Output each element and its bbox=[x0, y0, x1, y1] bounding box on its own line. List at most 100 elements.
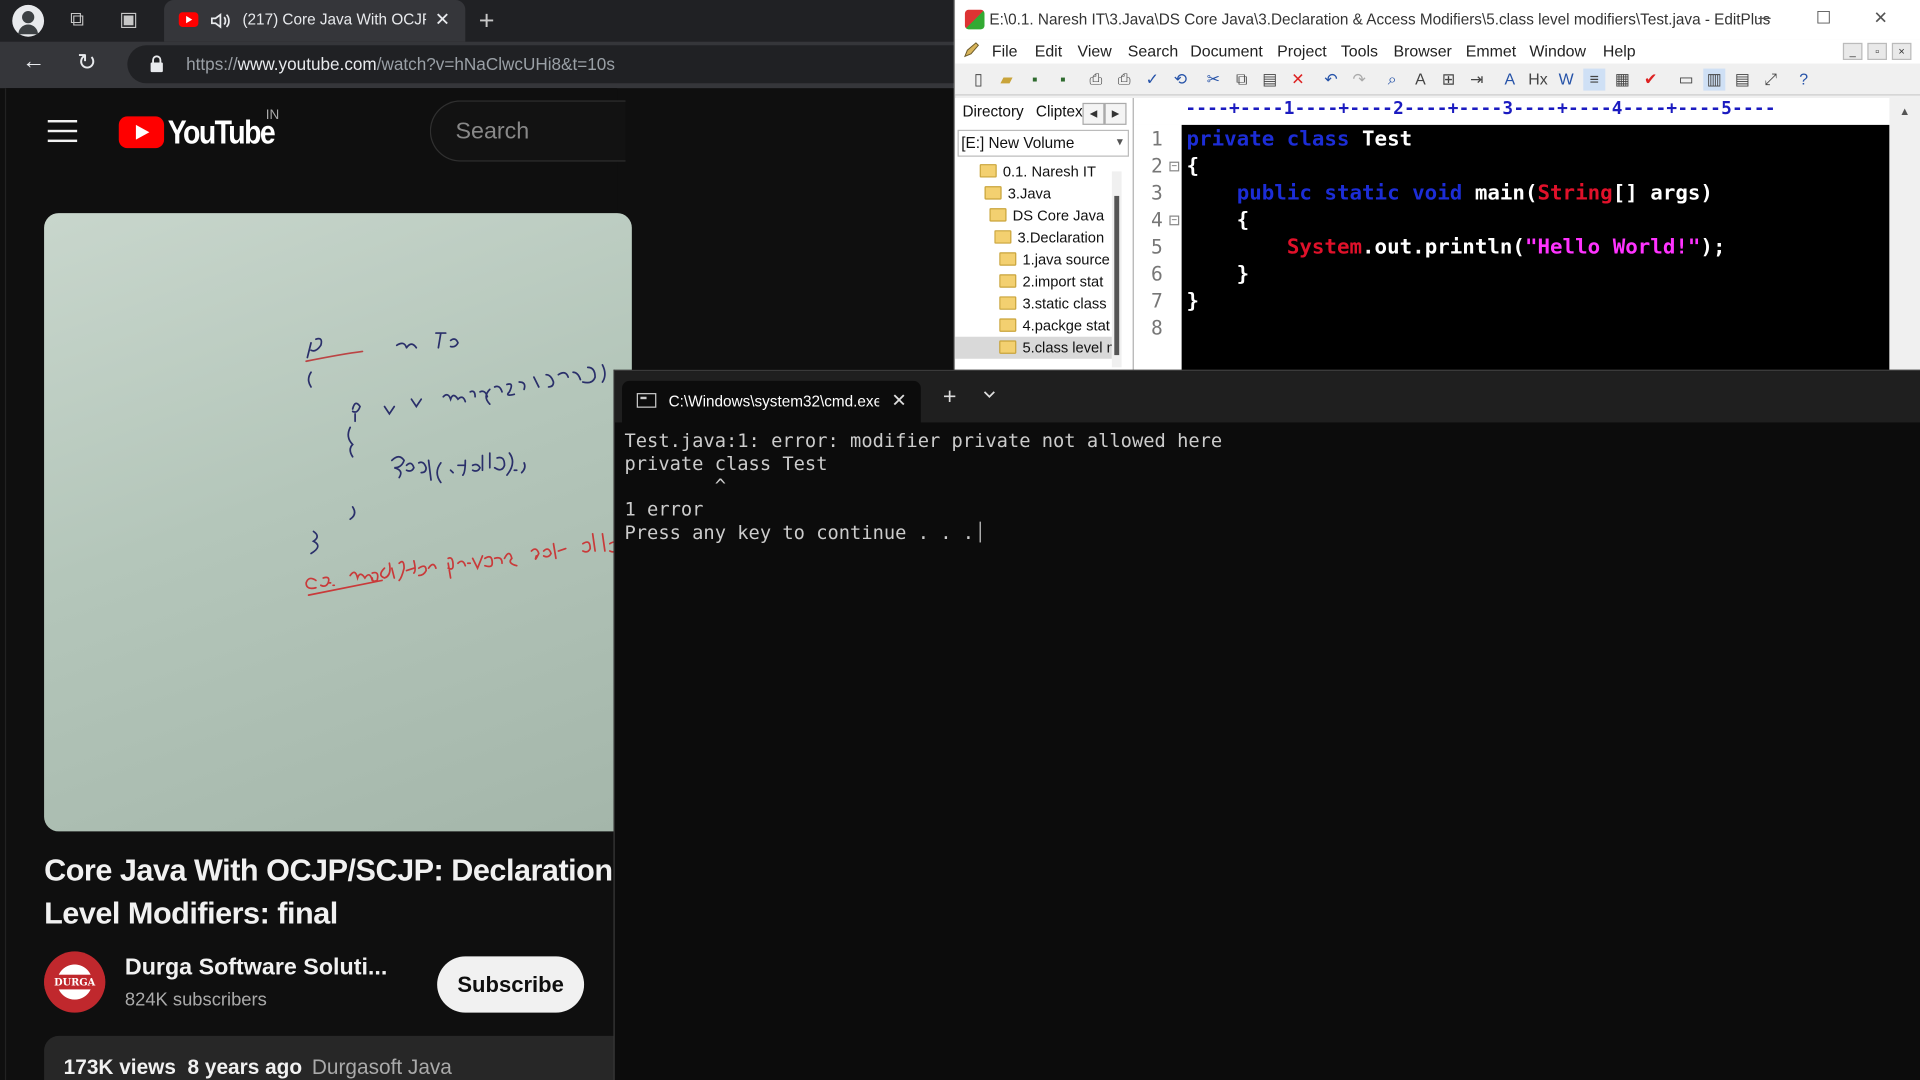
close-terminal-tab-icon[interactable]: ✕ bbox=[891, 389, 906, 412]
menu-emmet[interactable]: Emmet bbox=[1466, 42, 1516, 60]
search-input[interactable]: Search bbox=[429, 100, 626, 162]
fold-icon[interactable]: − bbox=[1169, 215, 1180, 226]
side-tab-scroller[interactable]: ◀ ▶ bbox=[1082, 100, 1131, 125]
new-terminal-tab-button[interactable]: + bbox=[943, 384, 957, 411]
menu-help[interactable]: Help bbox=[1603, 42, 1636, 60]
tree-item[interactable]: 1.java source bbox=[999, 249, 1112, 271]
speaker-icon[interactable] bbox=[208, 9, 232, 33]
menu-tools[interactable]: Tools bbox=[1341, 42, 1378, 60]
tab-cliptext[interactable]: Cliptext bbox=[1036, 103, 1085, 120]
redo-icon[interactable]: ↷ bbox=[1348, 69, 1370, 91]
font-icon[interactable]: A bbox=[1499, 69, 1521, 91]
tree-item[interactable]: 3.Java bbox=[984, 182, 1111, 204]
reload-icon[interactable]: ↻ bbox=[77, 49, 96, 77]
mdi-restore-icon[interactable]: ▫ bbox=[1867, 42, 1887, 61]
terminal-line: Test.java:1: error: modifier private not… bbox=[624, 429, 1223, 452]
close-window-icon[interactable]: ✕ bbox=[1873, 7, 1887, 28]
replace-icon[interactable]: A bbox=[1409, 69, 1431, 91]
channel-avatar[interactable]: DURGA bbox=[44, 951, 106, 1013]
goto-line-icon[interactable]: ⇥ bbox=[1466, 69, 1488, 91]
terminal-tab[interactable]: C:\Windows\system32\cmd.exe ✕ bbox=[622, 380, 921, 423]
video-title: Core Java With OCJP/SCJP: Declarations L… bbox=[44, 850, 620, 936]
menu-window[interactable]: Window bbox=[1529, 42, 1586, 60]
open-folder-icon[interactable]: ▰ bbox=[996, 69, 1018, 91]
maximize-icon[interactable]: ☐ bbox=[1816, 7, 1831, 28]
find-in-files-icon[interactable]: ⊞ bbox=[1438, 69, 1460, 91]
tree-item[interactable]: 2.import stat bbox=[999, 271, 1112, 293]
tree-item[interactable]: 0.1. Naresh IT bbox=[979, 160, 1112, 182]
browser-tab-youtube[interactable]: (217) Core Java With OCJP/SCJP ✕ bbox=[164, 0, 466, 42]
print-icon[interactable]: ⎙ bbox=[1113, 69, 1135, 91]
browser-preview-icon[interactable]: ⟲ bbox=[1169, 69, 1191, 91]
scroll-up-icon[interactable]: ▲ bbox=[1899, 105, 1910, 117]
terminal-line: ^ bbox=[624, 475, 726, 498]
line-number-icon[interactable]: ≡ bbox=[1583, 68, 1606, 91]
word-wrap-icon[interactable]: W bbox=[1555, 69, 1577, 91]
menu-file[interactable]: File bbox=[992, 42, 1018, 60]
code-editor[interactable]: private class Test { public static void … bbox=[1181, 124, 1890, 370]
tab-directory[interactable]: Directory bbox=[962, 103, 1023, 120]
tree-item[interactable]: 3.Declaration bbox=[994, 227, 1112, 249]
find-icon[interactable]: ⌕ bbox=[1381, 69, 1403, 91]
save-icon[interactable]: ▪ bbox=[1024, 69, 1046, 91]
line-number: 7 bbox=[1151, 288, 1163, 313]
new-file-icon[interactable]: ▯ bbox=[967, 69, 989, 91]
paste-icon[interactable]: ▤ bbox=[1259, 69, 1281, 91]
youtube-logo-text: YouTube bbox=[167, 113, 276, 151]
copy-icon[interactable]: ⧉ bbox=[1231, 69, 1253, 91]
line-number: 3 bbox=[1151, 181, 1163, 205]
mdi-close-icon[interactable]: × bbox=[1891, 42, 1912, 61]
video-tag[interactable]: Durgasoft Java bbox=[312, 1056, 452, 1079]
tree-item[interactable]: DS Core Java bbox=[989, 204, 1111, 226]
output-window-icon[interactable]: ▭ bbox=[1675, 69, 1697, 91]
spell-check-icon[interactable]: ✓ bbox=[1141, 69, 1163, 91]
video-player[interactable] bbox=[44, 213, 632, 832]
tree-item[interactable]: 3.static class bbox=[999, 293, 1112, 315]
close-tab-icon[interactable]: ✕ bbox=[435, 9, 450, 31]
cut-icon[interactable]: ✂ bbox=[1202, 69, 1224, 91]
directory-window-icon[interactable]: ▥ bbox=[1703, 68, 1726, 91]
youtube-logo[interactable]: YouTube bbox=[118, 113, 290, 152]
print-preview-icon[interactable]: ⎙ bbox=[1085, 69, 1107, 91]
tree-item-selected[interactable]: 5.class level m bbox=[955, 336, 1112, 359]
new-tab-button[interactable]: + bbox=[479, 5, 495, 37]
cliptext-window-icon[interactable]: ▤ bbox=[1731, 69, 1753, 91]
menu-view[interactable]: View bbox=[1078, 42, 1112, 60]
description-box[interactable]: 173K views 8 years ago Durgasoft Java bbox=[44, 1035, 632, 1080]
subscribe-button[interactable]: Subscribe bbox=[437, 956, 585, 1013]
hex-icon[interactable]: Hx bbox=[1527, 69, 1549, 91]
workspaces-icon[interactable]: ⧉ bbox=[64, 7, 91, 34]
save-all-icon[interactable]: ▪ bbox=[1052, 69, 1074, 91]
minimize-icon[interactable]: ─ bbox=[1758, 7, 1770, 27]
menu-edit[interactable]: Edit bbox=[1035, 42, 1062, 60]
back-icon[interactable]: ← bbox=[22, 49, 45, 76]
chevron-down-icon[interactable] bbox=[982, 387, 997, 402]
terminal-output[interactable]: Test.java:1: error: modifier private not… bbox=[624, 430, 1910, 544]
tab-actions-icon[interactable]: ▣ bbox=[115, 7, 142, 34]
scroll-left-icon[interactable]: ◀ bbox=[1082, 102, 1105, 125]
editor-scrollbar[interactable]: ▲ bbox=[1889, 97, 1920, 370]
menu-project[interactable]: Project bbox=[1277, 42, 1327, 60]
menu-document[interactable]: Document bbox=[1190, 42, 1263, 60]
menu-browser[interactable]: Browser bbox=[1393, 42, 1451, 60]
editplus-title-bar[interactable]: E:\0.1. Naresh IT\3.Java\DS Core Java\3.… bbox=[955, 0, 1920, 40]
channel-name[interactable]: Durga Software Soluti... bbox=[125, 955, 387, 982]
ruler-icon[interactable]: ▦ bbox=[1611, 69, 1633, 91]
menu-search[interactable]: Search bbox=[1128, 42, 1178, 60]
menu-icon[interactable] bbox=[47, 120, 78, 143]
delete-icon[interactable]: ✕ bbox=[1287, 69, 1309, 91]
directory-scrollbar[interactable] bbox=[1111, 171, 1122, 368]
undo-icon[interactable]: ↶ bbox=[1320, 69, 1342, 91]
check-icon[interactable]: ✔ bbox=[1640, 69, 1662, 91]
help-icon[interactable]: ? bbox=[1793, 69, 1815, 91]
drive-select[interactable]: [E:] New Volume ▾ bbox=[957, 129, 1129, 157]
mdi-minimize-icon[interactable]: _ bbox=[1842, 42, 1863, 61]
fold-icon[interactable]: − bbox=[1169, 161, 1180, 172]
address-bar[interactable]: https://www.youtube.com/watch?v=hNaClwcU… bbox=[127, 45, 973, 84]
profile-icon[interactable] bbox=[12, 4, 45, 37]
line-number: 5 bbox=[1151, 235, 1163, 259]
tree-item[interactable]: 4.packge stat bbox=[999, 315, 1112, 337]
lock-icon[interactable] bbox=[149, 55, 164, 73]
scroll-right-icon[interactable]: ▶ bbox=[1104, 102, 1127, 125]
fullscreen-icon[interactable]: ⤢ bbox=[1760, 69, 1782, 91]
